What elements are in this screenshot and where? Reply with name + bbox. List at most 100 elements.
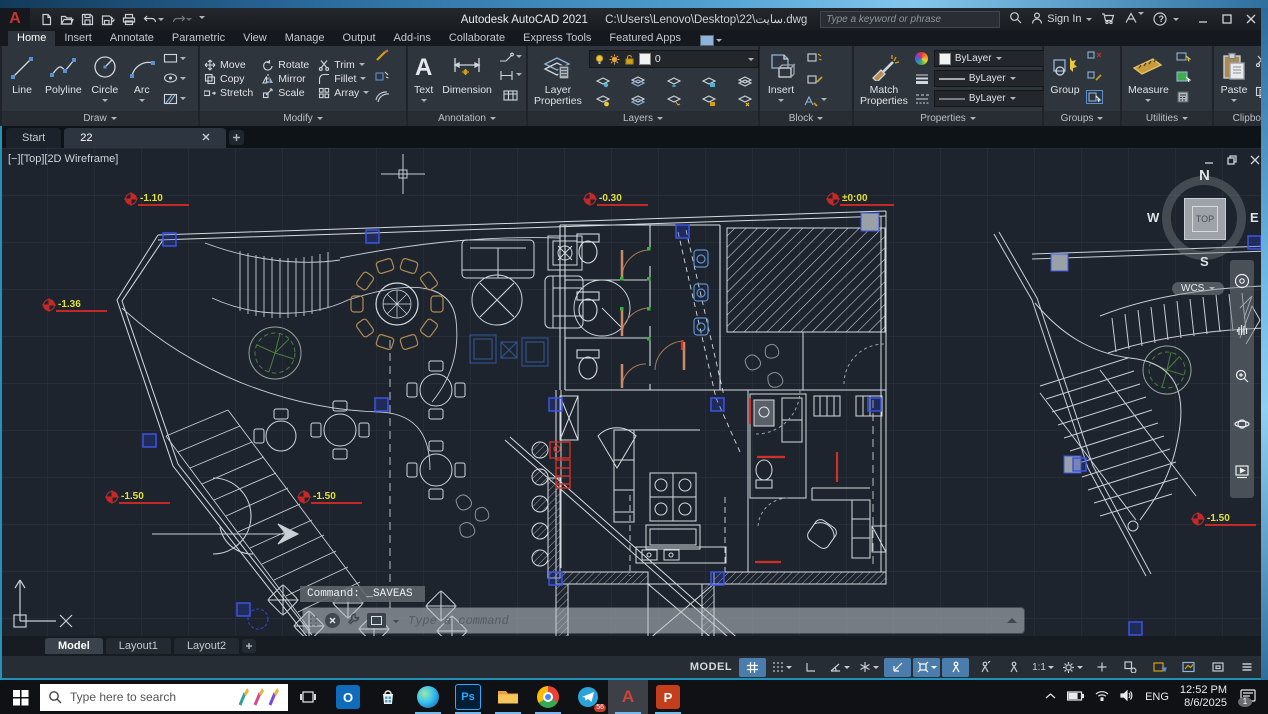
new-layout-button[interactable]	[242, 639, 256, 653]
isometric-drafting-toggle[interactable]	[855, 658, 882, 677]
polyline-tool[interactable]: Polyline	[43, 48, 84, 109]
layer-properties-button[interactable]: Layer Properties	[532, 48, 584, 109]
layer-current-icon[interactable]	[667, 95, 681, 107]
scale-tool[interactable]: Scale	[262, 87, 309, 99]
volume-icon[interactable]	[1120, 690, 1134, 704]
layer-prev-icon[interactable]	[702, 95, 716, 107]
ribbon-tab-home[interactable]: Home	[8, 31, 55, 46]
wcs-dropdown[interactable]: WCS	[1172, 282, 1224, 295]
clock[interactable]: 12:52 PM8/6/2025	[1180, 684, 1227, 710]
group-edit-icon[interactable]	[1087, 69, 1102, 87]
hardware-acceleration-button[interactable]	[1175, 658, 1202, 677]
qat-customize-icon[interactable]	[199, 16, 205, 22]
command-drag-handle[interactable]	[310, 616, 318, 626]
select-all-icon[interactable]	[1176, 69, 1191, 87]
leader-tool[interactable]	[499, 52, 522, 63]
file-tab-start[interactable]: Start	[6, 128, 61, 148]
mirror-tool[interactable]: Mirror	[262, 73, 309, 85]
ribbon-tab-annotate[interactable]: Annotate	[101, 31, 163, 46]
autocad-logo-icon[interactable]: A	[0, 8, 30, 30]
group-select-icon[interactable]	[1087, 90, 1102, 108]
tray-expand-icon[interactable]	[1045, 691, 1056, 703]
undo-icon[interactable]	[143, 13, 164, 25]
viewcube-north[interactable]: N	[1199, 167, 1210, 184]
ribbon-display-toggle[interactable]	[700, 35, 722, 46]
panel-label-properties[interactable]: Properties	[854, 111, 1042, 126]
annotation-autoscale-toggle[interactable]	[971, 658, 998, 677]
ribbon-tab-collaborate[interactable]: Collaborate	[440, 31, 514, 46]
ribbon-tab-insert[interactable]: Insert	[55, 31, 101, 46]
group-button[interactable]: Group	[1048, 48, 1082, 109]
create-block-icon[interactable]	[807, 50, 823, 68]
showmotion-icon[interactable]	[1234, 464, 1250, 485]
photoshop-icon[interactable]: Ps	[448, 680, 488, 714]
zoom-icon[interactable]	[1234, 368, 1250, 389]
text-tool[interactable]: AText	[412, 48, 435, 109]
ribbon-tab-express-tools[interactable]: Express Tools	[514, 31, 600, 46]
file-explorer-icon[interactable]	[488, 680, 528, 714]
sign-in-dropdown[interactable]	[1086, 18, 1092, 24]
table-tool[interactable]	[503, 88, 518, 106]
panel-label-modify[interactable]: Modify	[200, 111, 406, 126]
ribbon-tab-manage[interactable]: Manage	[276, 31, 334, 46]
open-icon[interactable]	[60, 13, 74, 26]
arc-tool[interactable]: Arc	[126, 48, 158, 109]
app-store-cart-icon[interactable]	[1101, 12, 1115, 27]
layer-walk-icon[interactable]	[738, 95, 752, 107]
layer-isolate-icon[interactable]	[596, 76, 610, 88]
viewcube[interactable]: N W E S TOP	[1156, 170, 1252, 266]
autocad-taskbar-icon[interactable]: A	[608, 680, 648, 714]
save-icon[interactable]	[81, 13, 94, 26]
edit-block-icon[interactable]	[807, 72, 823, 90]
panel-label-annotation[interactable]: Annotation	[408, 111, 526, 126]
close-tab-icon[interactable]	[202, 132, 210, 144]
layer-freeze-icon[interactable]	[667, 76, 681, 88]
array-tool[interactable]: Array	[318, 87, 369, 99]
layer-off-icon[interactable]	[596, 95, 610, 107]
annotation-visibility-toggle[interactable]	[942, 658, 969, 677]
taskbar-search-input[interactable]	[68, 689, 231, 705]
trim-tool[interactable]: Trim	[318, 59, 369, 71]
ribbon-tab-output[interactable]: Output	[334, 31, 385, 46]
help-search-input[interactable]	[820, 11, 1000, 28]
orbit-icon[interactable]	[1234, 416, 1250, 437]
redo-icon[interactable]	[171, 13, 192, 25]
language-indicator[interactable]: ENG	[1145, 691, 1169, 703]
command-icon[interactable]	[367, 613, 386, 628]
ribbon-tab-view[interactable]: View	[234, 31, 276, 46]
layer-dropdown[interactable]: 0	[589, 50, 759, 68]
layer-lock-icon[interactable]	[702, 76, 716, 88]
graphics-performance-button[interactable]	[1146, 658, 1173, 677]
move-tool[interactable]: Move	[204, 59, 253, 71]
object-snap-toggle[interactable]	[913, 658, 940, 677]
stretch-tool[interactable]: Stretch	[204, 87, 253, 99]
grid-display-toggle[interactable]	[739, 658, 766, 677]
viewcube-east[interactable]: E	[1250, 210, 1259, 225]
fillet-tool[interactable]: Fillet	[318, 73, 369, 85]
ribbon-tab-featured-apps[interactable]: Featured Apps	[600, 31, 690, 46]
ribbon-tab-addins[interactable]: Add-ins	[385, 31, 440, 46]
explode-tool[interactable]	[374, 69, 390, 88]
command-input[interactable]	[406, 613, 1000, 629]
ribbon-tab-parametric[interactable]: Parametric	[163, 31, 234, 46]
circle-tool[interactable]: Circle	[89, 48, 121, 109]
search-icon[interactable]	[1009, 11, 1022, 27]
command-dropdown[interactable]	[393, 620, 399, 626]
dim-linear-tool[interactable]	[499, 70, 522, 81]
command-bar[interactable]	[303, 608, 1024, 633]
sign-in-button[interactable]: Sign In	[1031, 12, 1091, 27]
microsoft-store-icon[interactable]	[368, 680, 408, 714]
drawing-canvas[interactable]: [−][Top][2D Wireframe] N W E S TOP WCS -…	[0, 148, 1268, 636]
block-attributes-icon[interactable]	[803, 95, 827, 107]
ortho-mode-toggle[interactable]	[797, 658, 824, 677]
hatch-tool[interactable]	[163, 93, 186, 105]
maximize-button[interactable]	[1222, 14, 1232, 24]
clean-screen-button[interactable]	[1204, 658, 1231, 677]
panel-label-layers[interactable]: Layers	[528, 111, 758, 126]
layer-dropdown-arrow[interactable]	[748, 58, 754, 64]
command-customize-icon[interactable]	[347, 612, 360, 630]
dimension-tool[interactable]: Dimension	[440, 48, 494, 109]
recent-commands-toggle[interactable]	[1007, 613, 1017, 623]
close-button[interactable]	[1246, 14, 1256, 24]
line-tool[interactable]: Line	[6, 48, 38, 109]
